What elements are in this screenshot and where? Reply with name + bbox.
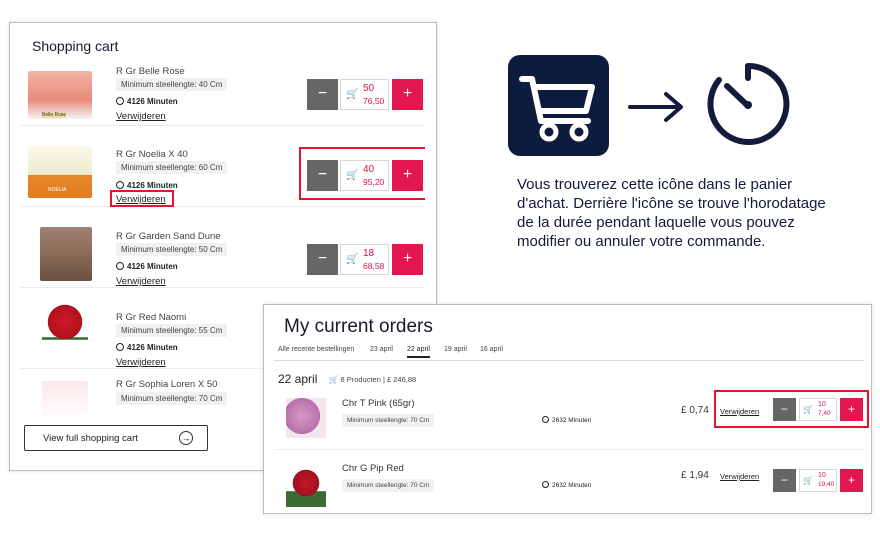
- cart-item: R Gr Garden Sand Dune Minimum steellengt…: [20, 207, 425, 288]
- view-full-cart-button[interactable]: View full shopping cart →: [24, 425, 208, 451]
- remove-link-highlight: [110, 190, 174, 207]
- row-divider: [274, 449, 864, 450]
- clock-icon: [542, 481, 549, 488]
- product-image: Belle Rose: [28, 71, 92, 119]
- order-summary: 🛒 8 Producten | £ 246,88: [329, 375, 416, 384]
- price-value: 76,50: [363, 96, 385, 106]
- cart-icon: 🛒: [346, 89, 359, 100]
- clock-icon: [542, 416, 549, 423]
- item-timer: 4126 Minuten: [116, 181, 178, 190]
- clock-icon: [116, 262, 124, 270]
- cart-icon: 🛒: [803, 476, 813, 485]
- subtotal-value: 19,40: [818, 481, 835, 488]
- timer-text: 4126 Minuten: [127, 262, 178, 271]
- quantity-box[interactable]: 🛒 50 76,50: [340, 79, 389, 110]
- clock-icon: [116, 97, 124, 105]
- product-image: [40, 227, 92, 281]
- order-item-price: £ 0,74: [681, 405, 709, 416]
- product-image: [42, 302, 88, 352]
- timer-text: 4126 Minuten: [127, 343, 178, 352]
- item-min-length: Minimum steellengte: 50 Cm: [116, 243, 228, 256]
- product-image: [286, 398, 326, 438]
- view-full-cart-label: View full shopping cart: [43, 433, 138, 444]
- item-name: R Gr Garden Sand Dune: [116, 231, 221, 242]
- quantity-value: 18: [363, 248, 375, 259]
- order-summary-text: 8 Producten | £ 246,88: [340, 375, 417, 384]
- tab-16-april[interactable]: 16 april: [480, 346, 503, 353]
- order-row: Chr G Pip Red Minimum steellengte: 70 Cm…: [274, 463, 864, 525]
- stopwatch-icon: [702, 58, 794, 155]
- order-item-name: Chr T Pink (65gr): [342, 398, 415, 409]
- timer-text: 2632 Minuten: [552, 417, 592, 424]
- tab-23-april[interactable]: 23 april: [370, 346, 393, 353]
- order-date: 22 april: [278, 372, 318, 386]
- arrow-right-icon: [628, 92, 684, 127]
- order-item-min-length: Minimum steellengte: 70 Cm: [342, 479, 435, 492]
- price-value: 68,58: [363, 261, 385, 271]
- product-image: [286, 467, 326, 507]
- explanation-caption: Vous trouverez cette icône dans le panie…: [517, 176, 826, 250]
- tab-all-recent[interactable]: Alle recente bestellingen: [278, 346, 354, 353]
- tab-22-april[interactable]: 22 april: [407, 346, 430, 358]
- order-row: Chr T Pink (65gr) Minimum steellengte: 7…: [274, 390, 869, 460]
- remove-link[interactable]: Verwijderen: [116, 357, 166, 368]
- item-timer: 4126 Minuten: [116, 262, 178, 271]
- item-min-length: Minimum steellengte: 60 Cm: [116, 161, 228, 174]
- quantity-box[interactable]: 🛒 18 68,58: [340, 244, 389, 275]
- cart-item: Belle Rose R Gr Belle Rose Minimum steel…: [20, 67, 425, 126]
- tab-19-april[interactable]: 19 april: [444, 346, 467, 353]
- item-name: R Gr Red Naomi: [116, 312, 187, 323]
- product-label-text: NOELIA: [48, 187, 67, 193]
- order-item-price: £ 1,94: [681, 470, 709, 481]
- quantity-controls-highlight: [299, 147, 425, 200]
- item-min-length: Minimum steellengte: 40 Cm: [116, 78, 228, 91]
- clock-icon: [116, 343, 124, 351]
- clock-icon: [116, 181, 124, 189]
- item-name: R Gr Sophia Loren X 50: [116, 379, 218, 390]
- orders-title: My current orders: [284, 316, 433, 337]
- increase-quantity-button[interactable]: +: [392, 244, 423, 275]
- timer-text: 4126 Minuten: [127, 97, 178, 106]
- item-min-length: Minimum steellengte: 70 Cm: [116, 392, 228, 405]
- remove-link[interactable]: Verwijderen: [116, 276, 166, 287]
- increase-quantity-button[interactable]: +: [840, 469, 863, 492]
- order-item-timer: 2632 Minuten: [542, 416, 591, 424]
- remove-link[interactable]: Verwijderen: [116, 111, 166, 122]
- item-timer: 4126 Minuten: [116, 343, 178, 352]
- order-item-min-length: Minimum steellengte: 70 Cm: [342, 414, 435, 427]
- product-image: [42, 381, 88, 421]
- increase-quantity-button[interactable]: +: [392, 79, 423, 110]
- tab-divider: [274, 360, 864, 361]
- quantity-value: 50: [363, 83, 375, 94]
- item-timer: 4126 Minuten: [116, 97, 178, 106]
- cart-icon: 🛒: [329, 375, 339, 384]
- item-min-length: Minimum steellengte: 55 Cm: [116, 324, 228, 337]
- decrease-quantity-button[interactable]: −: [307, 79, 338, 110]
- order-item-timer: 2632 Minuten: [542, 481, 591, 489]
- product-image: NOELIA: [28, 146, 92, 198]
- decrease-quantity-button[interactable]: −: [773, 469, 796, 492]
- decrease-quantity-button[interactable]: −: [307, 244, 338, 275]
- current-orders-panel: My current orders Alle recente bestellin…: [263, 304, 872, 514]
- item-name: R Gr Noelia X 40: [116, 149, 188, 160]
- cart-icon: 🛒: [346, 254, 359, 265]
- order-controls-highlight: [714, 390, 869, 428]
- arrow-right-circle-icon: →: [179, 431, 193, 445]
- remove-link[interactable]: Verwijderen: [720, 472, 759, 481]
- timer-text: 2632 Minuten: [552, 482, 592, 489]
- quantity-box[interactable]: 🛒 10 19,40: [799, 469, 837, 492]
- cart-icon: [508, 55, 609, 156]
- quantity-value: 10: [818, 472, 826, 479]
- order-item-name: Chr G Pip Red: [342, 463, 404, 474]
- timer-text: 4126 Minuten: [127, 181, 178, 190]
- product-label-text: Belle Rose: [42, 112, 67, 118]
- item-name: R Gr Belle Rose: [116, 67, 185, 77]
- cart-title: Shopping cart: [32, 38, 119, 54]
